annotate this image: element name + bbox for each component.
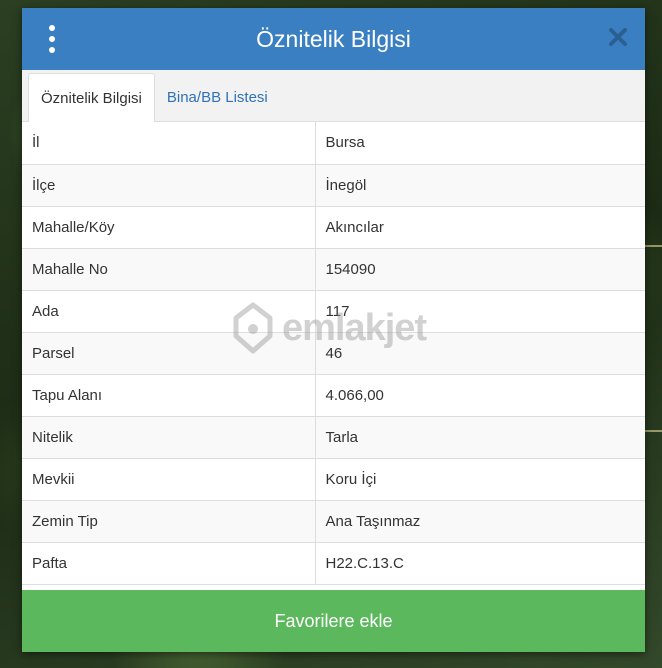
- row-key: Tapu Alanı: [22, 374, 316, 417]
- table-row: Mevkii Koru İçi: [22, 458, 645, 501]
- row-key: İl: [22, 122, 316, 165]
- table-row: Zemin Tip Ana Taşınmaz: [22, 500, 645, 543]
- attribute-table: İl Bursa İlçe İnegöl Mahalle/Köy Akıncılar Mah…: [22, 122, 645, 585]
- table-row: Pafta H22.C.13.C: [22, 542, 645, 585]
- table-row: Mahalle/Köy Akıncılar: [22, 206, 645, 249]
- row-value: Tarla: [315, 416, 645, 459]
- table-row: İlçe İnegöl: [22, 164, 645, 207]
- row-value: Koru İçi: [315, 458, 645, 501]
- row-value: Bursa: [315, 122, 645, 165]
- attribute-table-container[interactable]: İl Bursa İlçe İnegöl Mahalle/Köy Akıncılar Mah…: [22, 122, 645, 590]
- more-options-icon[interactable]: [42, 25, 62, 53]
- add-to-favorites-button[interactable]: Favorilere ekle: [22, 590, 645, 652]
- row-key: Nitelik: [22, 416, 316, 459]
- row-value: Ana Taşınmaz: [315, 500, 645, 543]
- row-value: İnegöl: [315, 164, 645, 207]
- row-value: 117: [315, 290, 645, 333]
- row-key: Ada: [22, 290, 316, 333]
- row-key: Mevkii: [22, 458, 316, 501]
- row-key: Pafta: [22, 542, 316, 585]
- dialog-title: Öznitelik Bilgisi: [256, 25, 411, 52]
- tab-building-list[interactable]: Bina/BB Listesi: [155, 73, 280, 121]
- attribute-info-dialog: Öznitelik Bilgisi Öznitelik Bilgisi Bina…: [22, 8, 645, 652]
- row-value: 154090: [315, 248, 645, 291]
- close-icon[interactable]: [607, 26, 629, 48]
- table-row: İl Bursa: [22, 122, 645, 165]
- table-row: Ada 117: [22, 290, 645, 333]
- tab-bar: Öznitelik Bilgisi Bina/BB Listesi: [22, 70, 645, 122]
- table-row: Nitelik Tarla: [22, 416, 645, 459]
- row-key: Zemin Tip: [22, 500, 316, 543]
- row-value: Akıncılar: [315, 206, 645, 249]
- row-value: 4.066,00: [315, 374, 645, 417]
- row-key: Mahalle/Köy: [22, 206, 316, 249]
- tab-label: Öznitelik Bilgisi: [41, 89, 142, 107]
- row-key: Parsel: [22, 332, 316, 375]
- row-key: Mahalle No: [22, 248, 316, 291]
- button-label: Favorilere ekle: [274, 610, 393, 631]
- row-value: 46: [315, 332, 645, 375]
- table-row: Tapu Alanı 4.066,00: [22, 374, 645, 417]
- table-row: Parsel 46: [22, 332, 645, 375]
- table-row: Mahalle No 154090: [22, 248, 645, 291]
- row-value: H22.C.13.C: [315, 542, 645, 585]
- tab-attribute-info[interactable]: Öznitelik Bilgisi: [28, 73, 155, 122]
- row-key: İlçe: [22, 164, 316, 207]
- dialog-header: Öznitelik Bilgisi: [22, 8, 645, 70]
- tab-label: Bina/BB Listesi: [166, 88, 268, 106]
